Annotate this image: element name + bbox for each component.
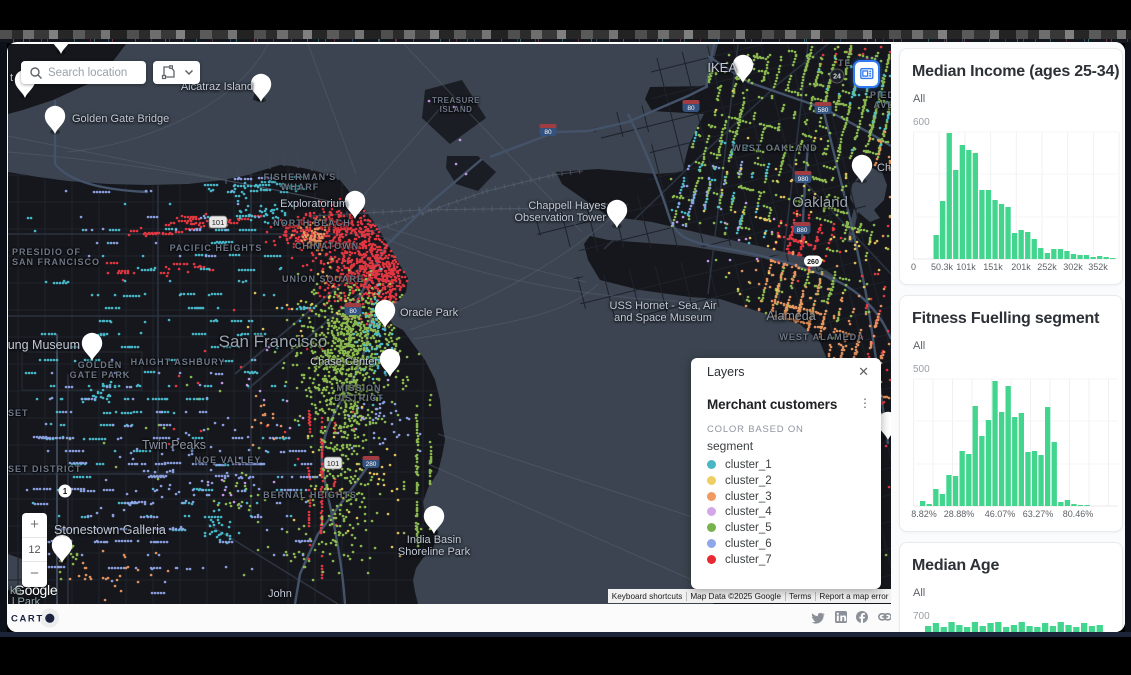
svg-text:80: 80 bbox=[687, 105, 695, 112]
svg-text:CART: CART bbox=[11, 614, 44, 625]
svg-text:101: 101 bbox=[212, 218, 225, 227]
svg-text:260: 260 bbox=[807, 259, 819, 266]
svg-text:980: 980 bbox=[798, 176, 809, 183]
svg-text:1: 1 bbox=[63, 487, 68, 496]
svg-text:580: 580 bbox=[818, 107, 829, 114]
svg-text:24: 24 bbox=[833, 74, 841, 81]
svg-text:280: 280 bbox=[366, 461, 377, 468]
svg-text:880: 880 bbox=[797, 227, 808, 234]
svg-text:80: 80 bbox=[349, 308, 357, 315]
svg-text:80: 80 bbox=[544, 129, 552, 136]
svg-text:101: 101 bbox=[327, 459, 340, 468]
